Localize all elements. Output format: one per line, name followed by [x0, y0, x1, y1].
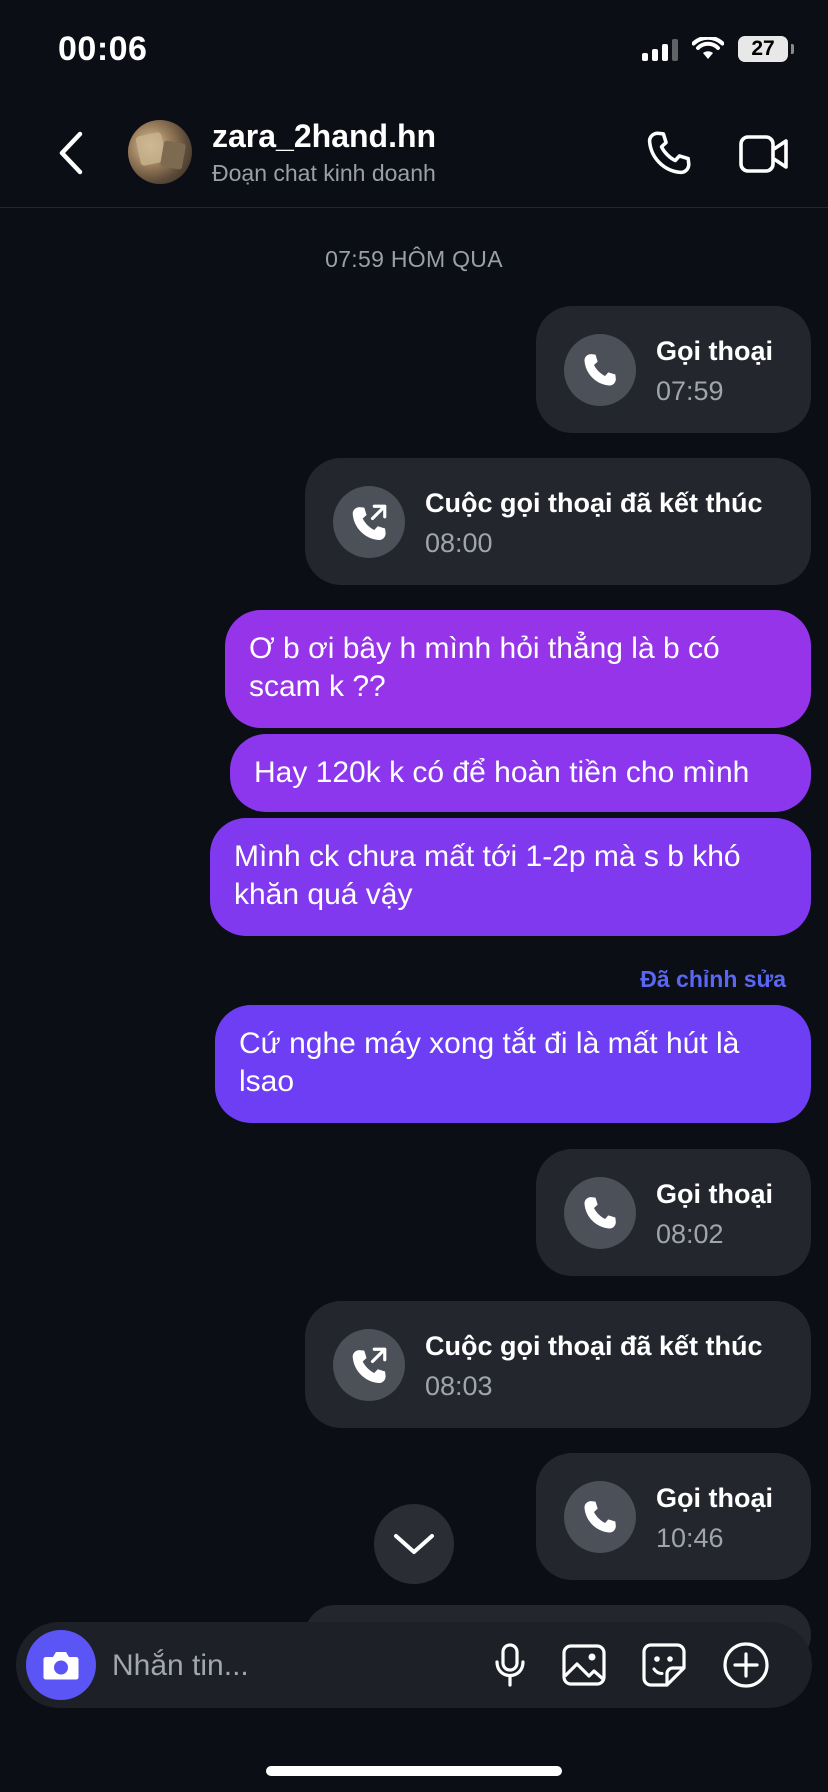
message-input[interactable] [112, 1644, 442, 1688]
microphone-button[interactable] [486, 1641, 534, 1689]
microphone-icon [495, 1643, 525, 1687]
voice-call-icon[interactable] [644, 128, 694, 178]
gallery-button[interactable] [560, 1641, 608, 1689]
home-indicator [266, 1766, 562, 1776]
message-bubble[interactable]: Ơ b ơi bây h mình hỏi thẳng là b có scam… [225, 610, 811, 728]
call-title: Gọi thoại [656, 1179, 773, 1209]
contact-name[interactable]: zara_2hand.hn [212, 118, 436, 155]
video-call-icon[interactable] [738, 132, 790, 176]
status-time: 00:06 [58, 30, 148, 68]
phone-callback-icon [333, 486, 405, 558]
edited-label: Đã chỉnh sửa [640, 966, 786, 992]
more-options-button[interactable] [722, 1641, 770, 1689]
scroll-to-bottom-button[interactable] [374, 1504, 454, 1584]
call-time: 10:46 [656, 1523, 724, 1553]
phone-icon [564, 334, 636, 406]
chat-header: zara_2hand.hn Đoạn chat kinh doanh [0, 100, 828, 208]
sticker-button[interactable] [640, 1641, 688, 1689]
cellular-signal-icon [642, 37, 678, 61]
status-bar: 00:06 27 [0, 0, 828, 100]
phone-icon [564, 1177, 636, 1249]
call-time: 07:59 [656, 376, 724, 406]
sticker-icon [642, 1643, 686, 1687]
call-title: Cuộc gọi thoại đã kết thúc [425, 1331, 763, 1361]
chat-timestamp: 07:59 HÔM QUA [325, 246, 503, 272]
call-event[interactable]: Gọi thoại 07:59 [536, 306, 811, 433]
call-title: Gọi thoại [656, 336, 773, 366]
call-title: Gọi thoại [656, 1483, 773, 1513]
phone-icon [564, 1481, 636, 1553]
message-bubble[interactable]: Hay 120k k có để hoàn tiền cho mình [230, 734, 811, 812]
message-composer [16, 1622, 812, 1708]
call-time: 08:00 [425, 528, 493, 558]
camera-button[interactable] [26, 1630, 96, 1700]
avatar[interactable] [128, 120, 192, 184]
chat-type-label: Đoạn chat kinh doanh [212, 160, 436, 186]
call-event[interactable]: Cuộc gọi thoại đã kết thúc 08:03 [305, 1301, 811, 1428]
call-time: 08:03 [425, 1371, 493, 1401]
call-title: Cuộc gọi thoại đã kết thúc [425, 488, 763, 518]
call-event[interactable]: Gọi thoại 08:02 [536, 1149, 811, 1276]
call-event[interactable]: Gọi thoại 10:46 [536, 1453, 811, 1580]
wifi-icon [692, 37, 724, 59]
call-event[interactable]: Cuộc gọi thoại đã kết thúc 08:00 [305, 458, 811, 585]
back-icon[interactable] [52, 128, 92, 178]
chat-screen: 00:06 27 zara_2hand.hn Đoạn chat kinh do… [0, 0, 828, 1792]
status-icons: 27 [642, 36, 794, 62]
message-bubble[interactable]: Mình ck chưa mất tới 1-2p mà s b khó khă… [210, 818, 811, 936]
chevron-down-icon [394, 1534, 434, 1554]
message-bubble[interactable]: Cứ nghe máy xong tắt đi là mất hút là ls… [215, 1005, 811, 1123]
call-time: 08:02 [656, 1219, 724, 1249]
image-icon [562, 1644, 606, 1686]
battery-icon: 27 [738, 36, 794, 62]
plus-circle-icon [723, 1642, 769, 1688]
camera-icon [43, 1652, 79, 1680]
phone-callback-icon [333, 1329, 405, 1401]
